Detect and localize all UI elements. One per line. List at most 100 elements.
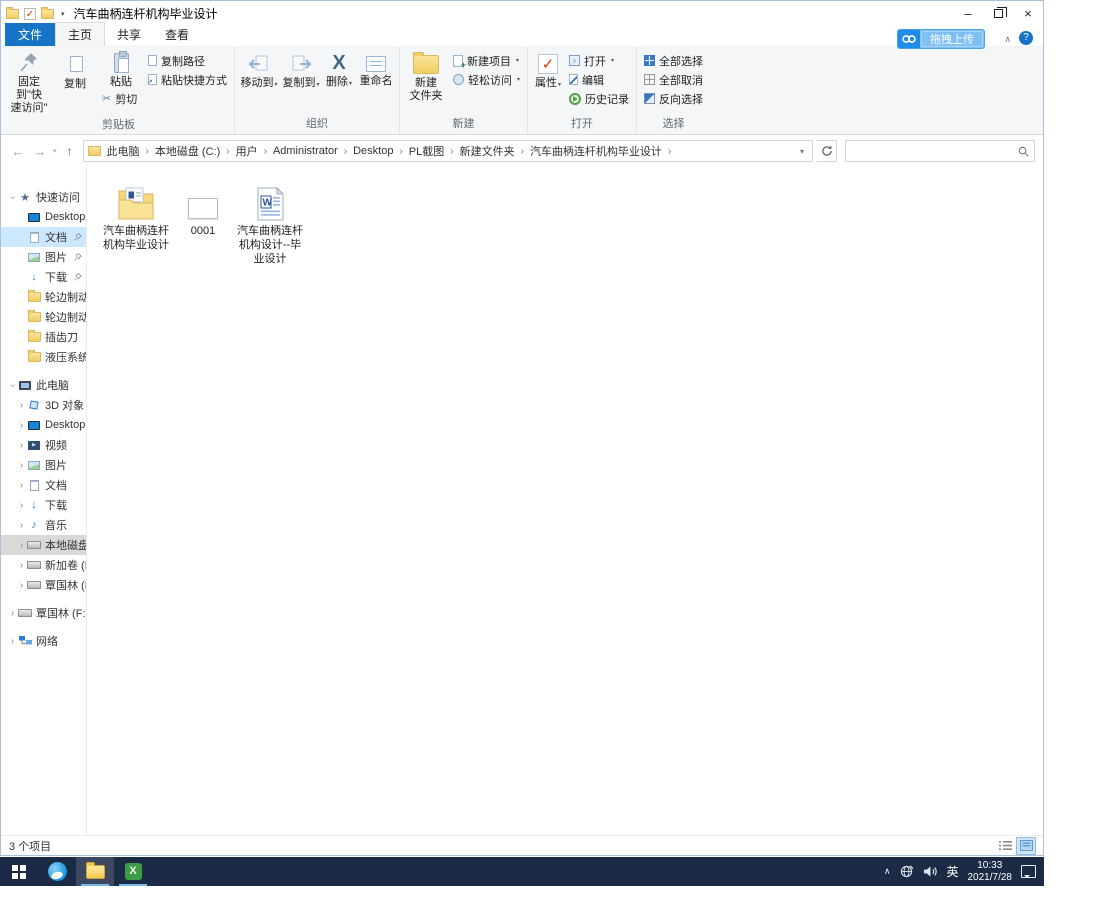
chevron-collapsed-icon[interactable]: ›	[16, 420, 27, 431]
new-item-button[interactable]: 新建项目 ▾	[449, 51, 524, 70]
invert-selection-button[interactable]: 反向选择	[640, 89, 707, 108]
sidebar-item-folder[interactable]: 轮边制动	[1, 307, 86, 327]
search-input[interactable]	[851, 145, 1018, 157]
help-icon[interactable]: ?	[1019, 31, 1033, 45]
tab-file[interactable]: 文件	[5, 23, 56, 46]
taskbar-green-app-button[interactable]: X	[114, 857, 152, 886]
sidebar-item-drive-f[interactable]: › 覃国林 (F:)	[1, 575, 86, 595]
cut-button[interactable]: ✂ 剪切	[98, 89, 144, 108]
sidebar-item-videos[interactable]: › ▶ 视频	[1, 435, 86, 455]
tab-home[interactable]: 主页	[55, 22, 106, 46]
start-button[interactable]	[0, 857, 38, 886]
sidebar-item-local-disk-c[interactable]: › 本地磁盘 (C:)	[1, 535, 86, 555]
sidebar-section-drive-f[interactable]: › 覃国林 (F:)	[1, 603, 86, 623]
input-language-indicator[interactable]: 英	[946, 863, 958, 880]
sidebar-section-network[interactable]: › 网络	[1, 631, 86, 651]
tray-chevron-up-icon[interactable]: ∧	[884, 866, 891, 877]
refresh-button[interactable]	[817, 140, 837, 162]
new-folder-button[interactable]: 新建 文件夹	[403, 47, 449, 103]
file-item-word-document[interactable]: W 汽车曲柄连杆机构设计--毕业设计	[235, 179, 305, 266]
details-view-button[interactable]	[996, 838, 1014, 854]
sidebar-item-pictures[interactable]: 图片	[1, 247, 86, 267]
taskbar-explorer-button[interactable]	[76, 857, 114, 886]
pin-to-quick-access-button[interactable]: 固定到"快 速访问"	[6, 47, 52, 115]
paste-shortcut-button[interactable]: 粘贴快捷方式	[144, 70, 231, 89]
chevron-collapsed-icon[interactable]: ›	[16, 480, 27, 491]
sidebar-item-folder[interactable]: 轮边制动	[1, 287, 86, 307]
properties-quick-button[interactable]: ✓	[24, 7, 36, 20]
address-dropdown-icon[interactable]: ▾	[796, 147, 808, 156]
volume-icon[interactable]	[923, 865, 938, 878]
sidebar-item-documents[interactable]: › 文档	[1, 475, 86, 495]
taskbar-browser-button[interactable]	[38, 857, 76, 886]
chevron-collapsed-icon[interactable]: ›	[16, 400, 27, 411]
sidebar-item-music[interactable]: › ♪ 音乐	[1, 515, 86, 535]
sidebar-item-new-volume-d[interactable]: › 新加卷 (D:)	[1, 555, 86, 575]
file-list[interactable]: 汽车曲柄连杆机构毕业设计 0001 W 汽车曲柄连杆机构设计--毕业设计	[87, 167, 1043, 835]
chevron-collapsed-icon[interactable]: ›	[7, 636, 18, 647]
chevron-collapsed-icon[interactable]: ›	[7, 608, 18, 619]
breadcrumb-item[interactable]: PL截图	[405, 141, 448, 161]
chevron-collapsed-icon[interactable]: ›	[16, 540, 27, 551]
rename-button[interactable]: 重命名	[356, 47, 396, 88]
chevron-collapsed-icon[interactable]: ›	[16, 560, 27, 571]
file-item-image[interactable]: 0001	[177, 179, 229, 238]
tab-share[interactable]: 共享	[105, 23, 153, 46]
minimize-button[interactable]: –	[953, 1, 983, 26]
chevron-collapsed-icon[interactable]: ›	[16, 460, 27, 471]
sidebar-item-desktop[interactable]: › Desktop	[1, 415, 86, 435]
copy-to-button[interactable]: 复制到▾	[280, 47, 322, 92]
file-item-folder[interactable]: 汽车曲柄连杆机构毕业设计	[101, 179, 171, 252]
sidebar-item-folder[interactable]: 液压系统原理	[1, 347, 86, 367]
chevron-collapsed-icon[interactable]: ›	[16, 520, 27, 531]
network-status-icon[interactable]	[899, 865, 914, 878]
taskbar-clock[interactable]: 10:33 2021/7/28	[968, 860, 1013, 884]
select-all-button[interactable]: 全部选择	[640, 51, 707, 70]
new-folder-quick-button[interactable]	[41, 6, 54, 19]
sidebar-item-downloads[interactable]: ↓ 下载	[1, 267, 86, 287]
breadcrumb-item[interactable]: 新建文件夹	[456, 141, 519, 161]
breadcrumb-item[interactable]: Desktop	[349, 143, 397, 159]
forward-button[interactable]: →	[31, 144, 49, 159]
paste-button[interactable]: 粘贴	[98, 51, 144, 89]
sidebar-section-quick-access[interactable]: › ★ 快速访问	[1, 187, 86, 207]
tab-view[interactable]: 查看	[153, 23, 201, 46]
breadcrumb-item[interactable]: 汽车曲柄连杆机构毕业设计	[526, 141, 666, 161]
up-button[interactable]: ↑	[61, 144, 79, 158]
sidebar-item-3d-objects[interactable]: › 3D 对象	[1, 395, 86, 415]
back-button[interactable]: ←	[9, 144, 27, 159]
close-button[interactable]: ×	[1013, 1, 1043, 26]
sidebar-item-pictures[interactable]: › 图片	[1, 455, 86, 475]
action-center-icon[interactable]	[1021, 865, 1036, 878]
ribbon-collapse-icon[interactable]: ∧	[1004, 34, 1011, 45]
sidebar-item-downloads[interactable]: › ↓ 下载	[1, 495, 86, 515]
chevron-collapsed-icon[interactable]: ›	[16, 580, 27, 591]
chevron-collapsed-icon[interactable]: ›	[16, 440, 27, 451]
copy-path-button[interactable]: 复制路径	[144, 51, 231, 70]
easy-access-button[interactable]: 轻松访问 ▾	[449, 70, 524, 89]
history-button[interactable]: 历史记录	[565, 89, 633, 108]
sidebar-item-folder[interactable]: 插齿刀	[1, 327, 86, 347]
properties-button[interactable]: ✓ 属性▾	[531, 47, 565, 92]
move-to-button[interactable]: 移动到▾	[238, 47, 280, 92]
delete-button[interactable]: X 删除▾	[322, 47, 356, 91]
recent-locations-dropdown-icon[interactable]: ▾	[53, 147, 57, 155]
thumbnail-view-button[interactable]	[1016, 836, 1036, 855]
breadcrumb-item[interactable]: Administrator	[269, 143, 342, 159]
breadcrumb-item[interactable]: 本地磁盘 (C:)	[151, 141, 224, 161]
breadcrumb-item[interactable]: 用户	[232, 141, 262, 161]
open-button[interactable]: › 打开 ▾	[565, 51, 633, 70]
edit-button[interactable]: 编辑	[565, 70, 633, 89]
quick-toolbar-dropdown-icon[interactable]: ▾	[59, 10, 67, 18]
sidebar-item-documents[interactable]: 文档	[1, 227, 86, 247]
sidebar-section-this-pc[interactable]: › 此电脑	[1, 375, 86, 395]
breadcrumb-item[interactable]: 此电脑	[103, 141, 144, 161]
sidebar-item-desktop[interactable]: Desktop	[1, 207, 86, 227]
restore-button[interactable]	[983, 1, 1013, 26]
netdisk-upload-button[interactable]: 拖拽上传	[897, 29, 985, 49]
chevron-collapsed-icon[interactable]: ›	[16, 500, 27, 511]
copy-button[interactable]: 复制	[52, 47, 98, 91]
breadcrumb[interactable]: 此电脑 › 本地磁盘 (C:) › 用户 › Administrator › Deskt…	[82, 140, 813, 162]
explorer-app-icon	[6, 6, 19, 19]
select-none-button[interactable]: 全部取消	[640, 70, 707, 89]
